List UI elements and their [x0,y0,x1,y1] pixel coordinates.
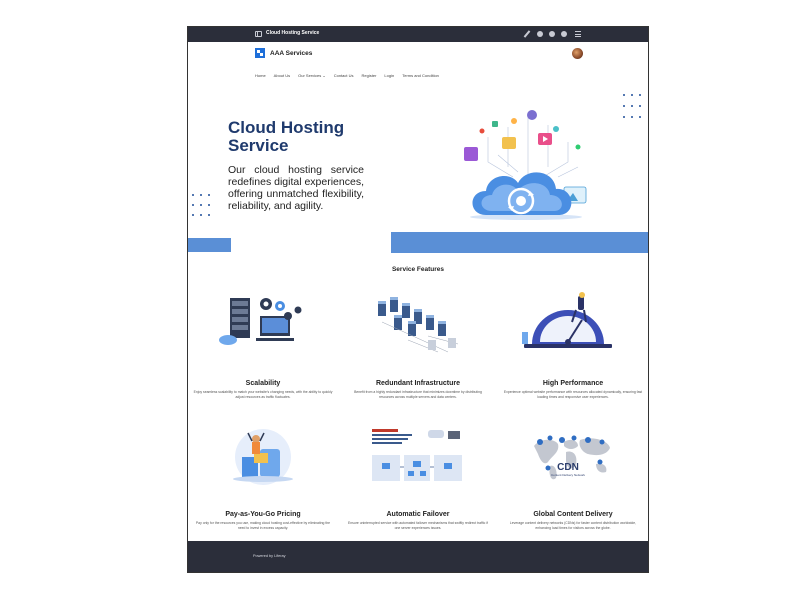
hero-text: Our cloud hosting service redefines digi… [228,164,364,212]
feature-description: Experience optimal website performance w… [503,390,643,399]
browser-frame: Cloud Hosting Service AAA Services Home … [187,26,649,573]
pencil-icon[interactable] [523,30,531,38]
cdn-label: CDN [557,462,579,473]
app-bar: Cloud Hosting Service [188,27,648,42]
nav-contact-us[interactable]: Contact Us [334,73,354,78]
decor-dots-left [192,194,210,216]
global-cdn-illustration: CDN Content Delivery Network [534,435,610,480]
feature-scalability: Scalability Enjoy seamless scalability t… [188,380,338,399]
panel-icon[interactable] [255,31,262,37]
site-name[interactable]: AAA Services [270,50,312,57]
site-footer: Powered by Liferay [188,541,648,572]
nav-login[interactable]: Login [384,73,394,78]
feature-name: Redundant Infrastructure [375,380,460,387]
cloud-icon [470,172,582,220]
decor-dots-right [623,94,641,118]
feature-name: Global Content Delivery [533,511,613,518]
folder-icon [502,137,516,149]
site-header: AAA Services Home About Us Our Services … [188,42,648,87]
feature-redundant-infrastructure: Redundant Infrastructure Benefit from a … [343,380,493,399]
user-avatar[interactable] [572,48,583,59]
scalability-illustration [219,298,302,345]
feature-description: Leverage content delivery networks (CDNs… [509,521,637,530]
features-title: Service Features [391,266,445,273]
feature-description: Enjoy seamless scalability to match your… [193,390,333,399]
feature-high-performance: High Performance Experience optimal webs… [498,380,648,399]
logo-icon[interactable] [255,48,265,58]
gear-icon[interactable] [537,31,543,37]
feature-automatic-failover: Automatic Failover Ensure uninterrupted … [343,511,493,530]
automatic-failover-illustration [372,429,462,481]
feature-name: Pay-as-You-Go Pricing [225,511,301,518]
accent-bar-right [391,232,648,253]
feature-pay-as-you-go: Pay-as-You-Go Pricing Pay only for the r… [188,511,338,530]
grid-menu-icon[interactable] [575,31,581,37]
main-nav: Home About Us Our Services ⌄ Contact Us … [255,73,439,78]
redundant-infrastructure-illustration [378,297,459,353]
accent-bar-left [188,238,231,252]
info-icon[interactable] [561,31,567,37]
user-icon [527,110,537,120]
music-app-icon [464,147,478,161]
nav-about-us[interactable]: About Us [274,73,290,78]
cloud-illustration [464,110,587,220]
hero-title: Cloud Hosting Service [228,118,345,155]
high-performance-illustration [522,292,612,348]
feature-name: High Performance [542,380,604,387]
nav-terms[interactable]: Terms and Condition [402,73,439,78]
feature-name: Scalability [245,380,281,387]
pay-as-you-go-illustration [233,429,293,485]
feature-description: Pay only for the resources you use, maki… [195,521,331,530]
globe-icon[interactable] [549,31,555,37]
nav-home[interactable]: Home [255,73,266,78]
footer-powered-by[interactable]: Powered by Liferay [253,554,286,558]
app-bar-title: Cloud Hosting Service [266,30,320,36]
feature-name: Automatic Failover [386,511,450,518]
nav-our-services[interactable]: Our Services ⌄ [298,73,326,78]
nav-register[interactable]: Register [362,73,377,78]
cdn-sublabel: Content Delivery Network [551,473,586,477]
feature-global-content-delivery: Global Content Delivery Leverage content… [498,511,648,530]
feature-description: Benefit from a highly redundant infrastr… [354,390,482,399]
feature-description: Ensure uninterrupted service with automa… [348,521,488,530]
